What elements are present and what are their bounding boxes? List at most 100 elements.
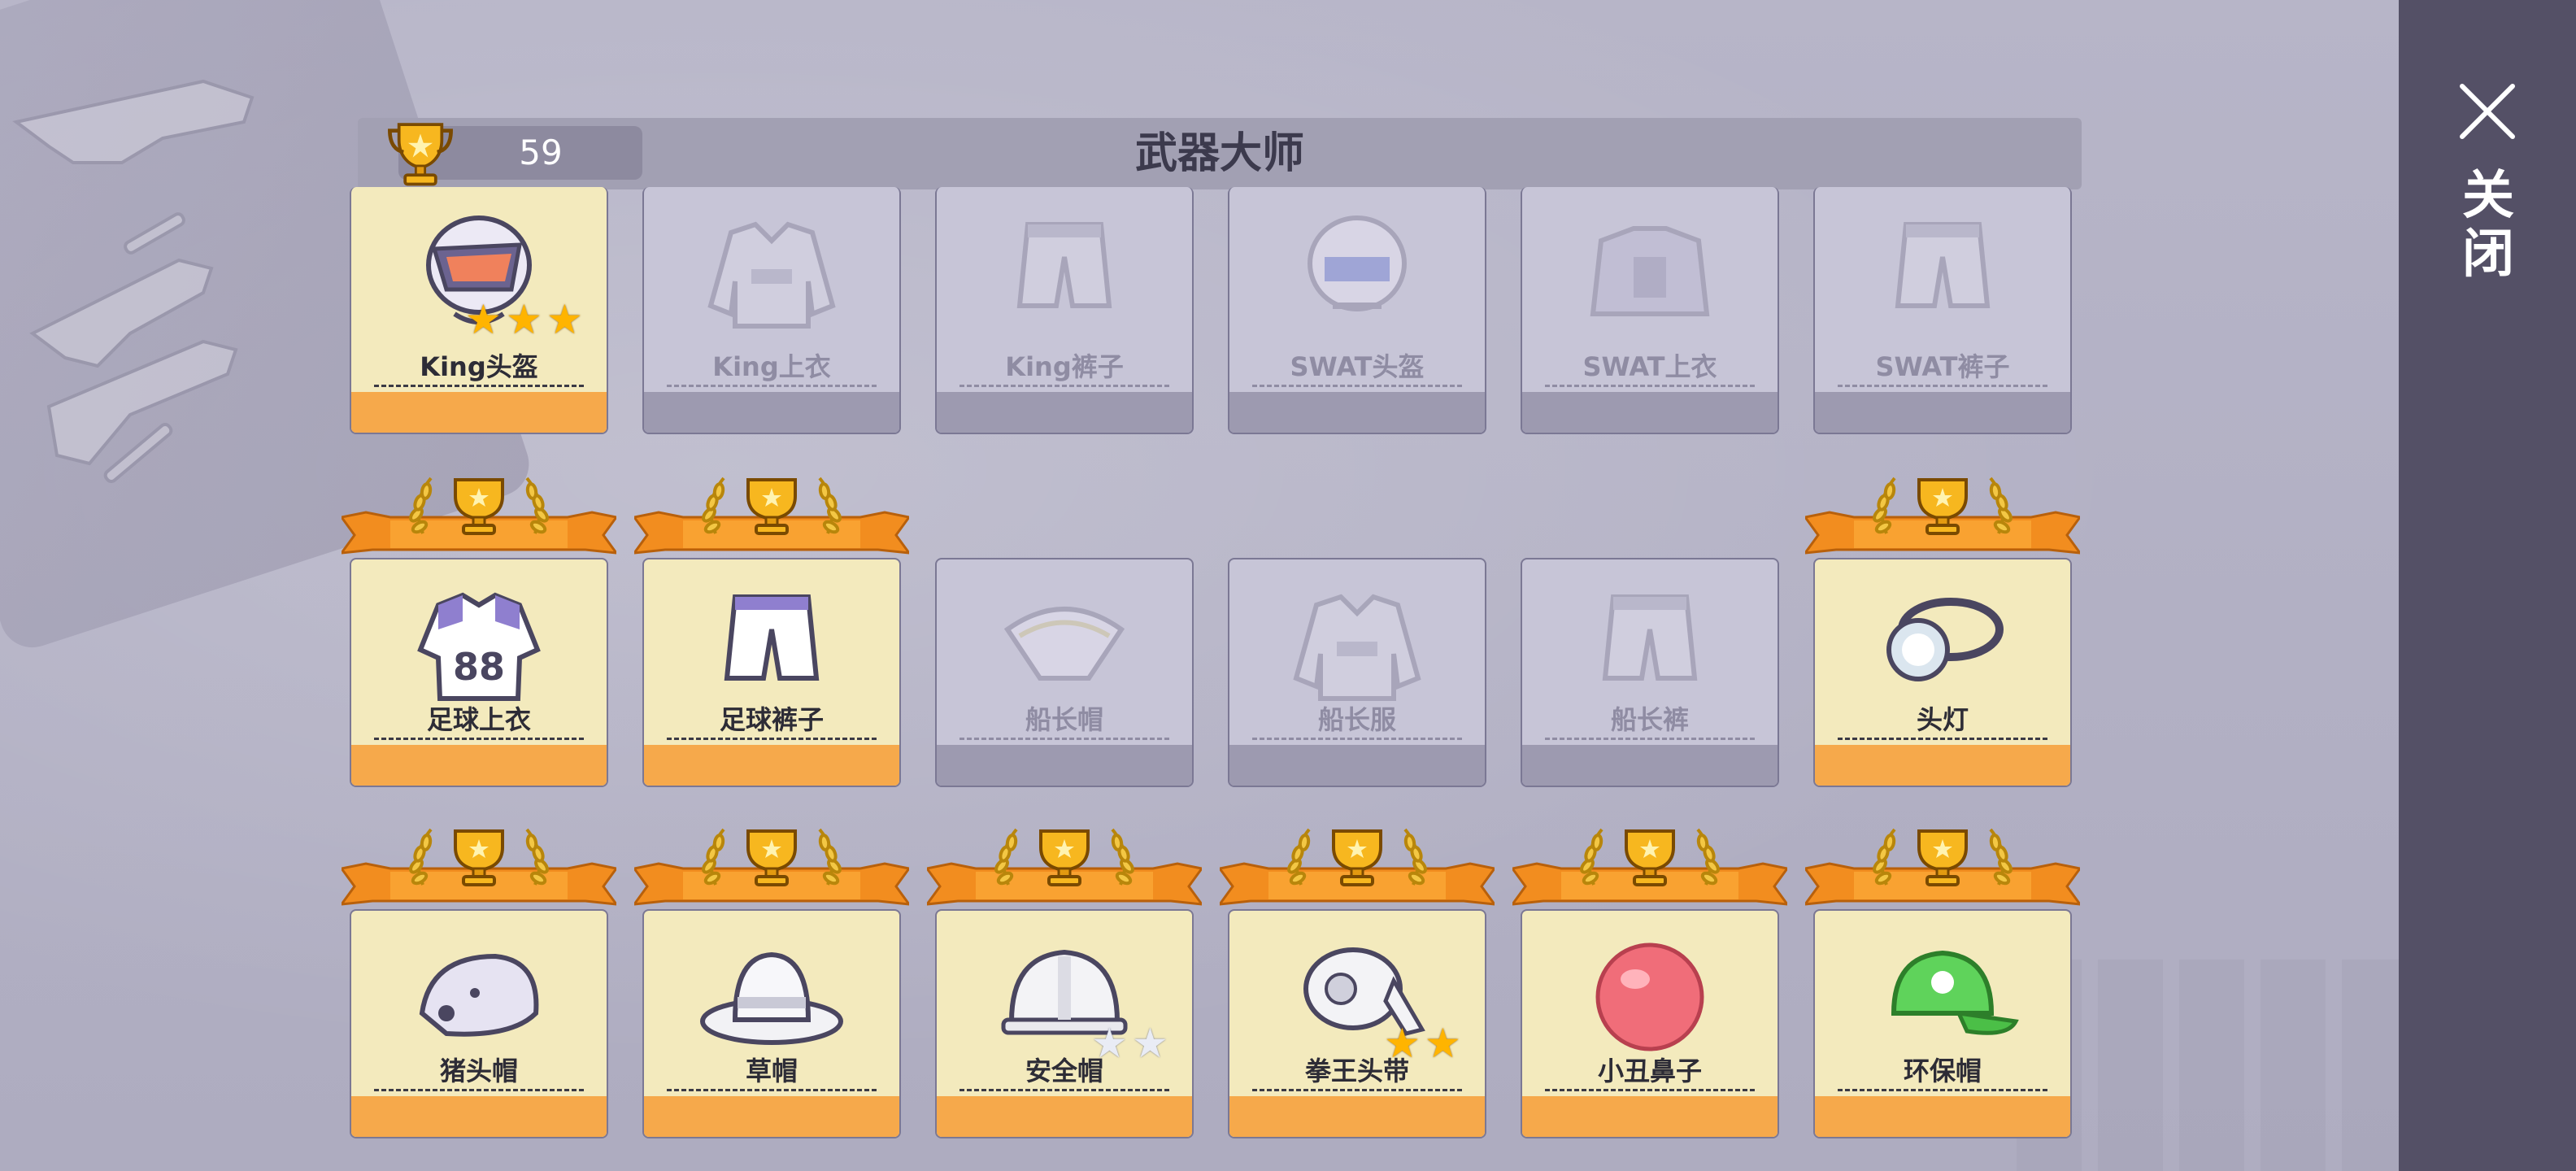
- trophy-banner-icon: [338, 821, 620, 911]
- card-footer: [1522, 1096, 1778, 1137]
- background-weapons-icon: [12, 79, 255, 484]
- close-sidebar: 关闭: [2399, 0, 2576, 1171]
- divider: [1252, 1089, 1462, 1091]
- item-label: 安全帽: [1025, 1056, 1103, 1086]
- trophy-banner-icon: [631, 821, 912, 911]
- card-footer: [351, 745, 607, 786]
- close-label: 关闭: [2462, 166, 2514, 285]
- divider: [1545, 738, 1755, 740]
- card-footer: [1229, 392, 1485, 433]
- divider: [1545, 385, 1755, 387]
- close-button[interactable]: 关闭: [2399, 73, 2576, 301]
- divider: [667, 738, 877, 740]
- item-card-10[interactable]: 船长服: [1228, 558, 1486, 787]
- svg-text:88: 88: [453, 645, 505, 689]
- trophy-banner-icon: [1509, 821, 1791, 911]
- close-icon: [2460, 84, 2515, 139]
- item-card-12[interactable]: 头灯: [1813, 558, 2072, 787]
- item-card-13[interactable]: 猪头帽: [350, 909, 608, 1138]
- item-card-4[interactable]: SWAT头盔: [1228, 187, 1486, 434]
- jacket-icon: [690, 200, 853, 338]
- item-label: 草帽: [745, 1056, 798, 1086]
- item-card-9[interactable]: 船长帽: [935, 558, 1194, 787]
- item-card-11[interactable]: 船长裤: [1521, 558, 1779, 787]
- trophy-banner-icon: [1802, 821, 2083, 911]
- star-rating: ★ ★ ★: [465, 296, 584, 343]
- coat-icon: [1276, 572, 1438, 711]
- item-label: 船长帽: [1025, 704, 1103, 735]
- item-card-6[interactable]: SWAT裤子: [1813, 187, 2072, 434]
- divider: [1252, 385, 1462, 387]
- headlamp-icon: [1861, 572, 2024, 711]
- tricorn-hat-icon: [983, 572, 1146, 711]
- clown-nose-icon: [1569, 924, 1731, 1062]
- item-label: 拳王头带: [1304, 1056, 1409, 1086]
- item-label: 头灯: [1916, 704, 1969, 735]
- item-card-18[interactable]: 环保帽: [1813, 909, 2072, 1138]
- divider: [1838, 738, 2047, 740]
- trophy-banner-icon: [924, 821, 1205, 911]
- item-label: 猪头帽: [439, 1056, 518, 1086]
- card-footer: [1229, 1096, 1485, 1137]
- cap-icon: [1861, 924, 2024, 1062]
- item-label: King裤子: [1005, 351, 1124, 382]
- card-footer: [1522, 745, 1778, 786]
- item-card-15[interactable]: ★ ★ 安全帽: [935, 909, 1194, 1138]
- card-footer: [644, 745, 899, 786]
- boar-hat-icon: [398, 924, 560, 1062]
- item-card-5[interactable]: SWAT上衣: [1521, 187, 1779, 434]
- item-card-8[interactable]: 足球裤子: [642, 558, 901, 787]
- star-icon: ★: [506, 296, 542, 343]
- item-label: King头盔: [420, 351, 538, 382]
- item-label: 船长裤: [1610, 704, 1689, 735]
- card-footer: [1815, 745, 2070, 786]
- card-footer: [937, 745, 1192, 786]
- item-label: SWAT裤子: [1875, 351, 2010, 382]
- trophy-banner-icon: [1216, 821, 1498, 911]
- card-footer: [644, 392, 899, 433]
- item-label: SWAT头盔: [1290, 351, 1425, 382]
- divider: [1838, 1089, 2047, 1091]
- background-boxes: [2017, 960, 2399, 1171]
- divider: [1252, 738, 1462, 740]
- pants-icon: [983, 200, 1146, 338]
- item-label: 环保帽: [1903, 1056, 1982, 1086]
- card-footer: [644, 1096, 899, 1137]
- item-label: 足球上衣: [426, 704, 531, 735]
- swat-helmet-icon: [1276, 200, 1438, 338]
- divider: [959, 1089, 1169, 1091]
- page-title: 武器大师: [1134, 129, 1304, 178]
- item-card-14[interactable]: 草帽: [642, 909, 901, 1138]
- trophy-banner-icon: [338, 470, 620, 559]
- item-label: King上衣: [712, 351, 831, 382]
- card-footer: [351, 1096, 607, 1137]
- card-footer: [1229, 745, 1485, 786]
- card-footer: [937, 1096, 1192, 1137]
- divider: [959, 738, 1169, 740]
- item-card-2[interactable]: King上衣: [642, 187, 901, 434]
- divider: [959, 385, 1169, 387]
- vest-icon: [1569, 200, 1731, 338]
- bucket-hat-icon: [690, 924, 853, 1062]
- item-card-17[interactable]: 小丑鼻子: [1521, 909, 1779, 1138]
- divider: [1838, 385, 2047, 387]
- card-footer: [351, 392, 607, 433]
- divider: [374, 385, 584, 387]
- score-value: 59: [519, 133, 563, 172]
- divider: [374, 1089, 584, 1091]
- jersey-icon: 88: [398, 572, 560, 711]
- card-footer: [1522, 392, 1778, 433]
- item-label: SWAT上衣: [1582, 351, 1717, 382]
- item-label: 船长服: [1317, 704, 1396, 735]
- item-card-1[interactable]: ★ ★ ★ King头盔: [350, 187, 608, 434]
- card-footer: [937, 392, 1192, 433]
- item-card-3[interactable]: King裤子: [935, 187, 1194, 434]
- item-label: 小丑鼻子: [1597, 1056, 1702, 1086]
- item-card-16[interactable]: ★ ★ 拳王头带: [1228, 909, 1486, 1138]
- card-footer: [1815, 1096, 2070, 1137]
- divider: [1545, 1089, 1755, 1091]
- shorts-icon: [690, 572, 853, 711]
- divider: [374, 738, 584, 740]
- shorts-icon: [1861, 200, 2024, 338]
- item-card-7[interactable]: 88 足球上衣: [350, 558, 608, 787]
